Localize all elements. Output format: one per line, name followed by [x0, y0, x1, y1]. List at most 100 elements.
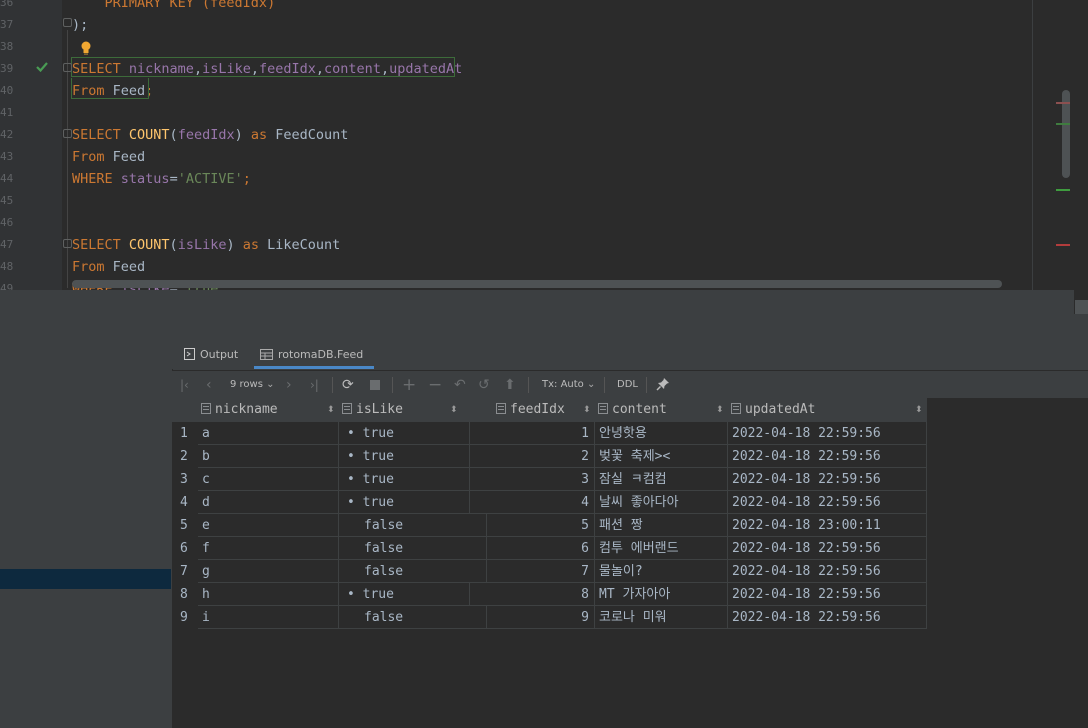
cell-updatedAt[interactable]: 2022-04-18 22:59:56: [728, 468, 927, 491]
code-line[interactable]: From Feed: [72, 256, 145, 278]
cell-feedIdx[interactable]: 4: [462, 491, 595, 514]
sort-icon[interactable]: ⬍: [583, 398, 591, 422]
right-margin-guide: [1032, 0, 1033, 290]
tab-rotomadb-feed[interactable]: rotomaDB.Feed ×: [254, 341, 374, 392]
table-row[interactable]: 3 c • true 3 잠실 ㅋ컴컴 2022-04-18 22:59:56: [172, 468, 927, 491]
column-header-nickname[interactable]: nickname: [201, 398, 278, 422]
cell-feedIdx[interactable]: 5: [462, 514, 595, 537]
error-stripe-mark[interactable]: [1056, 244, 1070, 246]
cell-updatedAt[interactable]: 2022-04-18 22:59:56: [728, 583, 927, 606]
next-page-icon[interactable]: ›: [286, 371, 292, 399]
editor-horizontal-scrollbar[interactable]: [72, 280, 1002, 288]
cell-feedIdx[interactable]: 3: [462, 468, 595, 491]
sort-icon[interactable]: ⬍: [327, 398, 335, 422]
cell-content[interactable]: 물놀이?: [595, 560, 728, 583]
cell-content[interactable]: 날씨 좋아다아: [595, 491, 728, 514]
sort-icon[interactable]: ⬍: [716, 398, 724, 422]
cell-nickname[interactable]: i: [198, 606, 339, 629]
column-header-feedIdx[interactable]: feedIdx: [496, 398, 565, 422]
change-stripe-mark[interactable]: [1056, 123, 1070, 125]
cell-updatedAt[interactable]: 2022-04-18 22:59:56: [728, 606, 927, 629]
change-stripe-mark[interactable]: [1056, 189, 1070, 191]
table-row[interactable]: 7 g false 7 물놀이? 2022-04-18 22:59:56: [172, 560, 927, 583]
fold-marker-icon[interactable]: [63, 18, 72, 27]
code-line[interactable]: WHERE status='ACTIVE';: [72, 168, 251, 190]
table-row[interactable]: 2 b • true 2 벚꽃 축제>< 2022-04-18 22:59:56: [172, 445, 927, 468]
cell-isLike[interactable]: • true: [339, 468, 470, 491]
code-line[interactable]: );: [72, 14, 88, 36]
sort-icon[interactable]: ⬍: [915, 398, 923, 422]
column-header-updatedAt[interactable]: updatedAt: [731, 398, 815, 422]
cell-isLike[interactable]: • true: [339, 491, 470, 514]
fold-marker-icon[interactable]: [63, 129, 72, 138]
remove-icon[interactable]: −: [428, 371, 442, 399]
cell-content[interactable]: 코로나 미워: [595, 606, 728, 629]
revert-icon[interactable]: ↺: [478, 371, 490, 399]
code-line[interactable]: PRIMARY KEY (feedIdx): [72, 0, 276, 14]
sql-editor[interactable]: 36 37 38 39 40 41 42 43 44 45 46 47 48 49 PRIMARY KEY…: [0, 0, 1088, 290]
last-page-icon[interactable]: ›|: [310, 371, 319, 399]
table-row[interactable]: 6 f false 6 컴투 에버랜드 2022-04-18 22:59:56: [172, 537, 927, 560]
cell-updatedAt[interactable]: 2022-04-18 22:59:56: [728, 422, 927, 445]
cell-nickname[interactable]: d: [198, 491, 339, 514]
selection-highlight-2: [71, 78, 149, 99]
cell-isLike[interactable]: • true: [339, 583, 470, 606]
rows-selector[interactable]: 9 rows ⌄: [230, 371, 275, 399]
cell-isLike[interactable]: • true: [339, 445, 470, 468]
refresh-icon[interactable]: ⟳: [342, 371, 354, 399]
cell-content[interactable]: 벚꽃 축제><: [595, 445, 728, 468]
cell-nickname[interactable]: h: [198, 583, 339, 606]
cell-updatedAt[interactable]: 2022-04-18 23:00:11: [728, 514, 927, 537]
error-stripe-mark[interactable]: [1056, 102, 1070, 104]
column-header-isLike[interactable]: isLike: [342, 398, 403, 422]
cell-updatedAt[interactable]: 2022-04-18 22:59:56: [728, 560, 927, 583]
undo-icon[interactable]: ↶: [454, 371, 466, 399]
column-header-content[interactable]: content: [598, 398, 667, 422]
cell-nickname[interactable]: b: [198, 445, 339, 468]
table-row[interactable]: 5 e false 5 패션 짱 2022-04-18 23:00:11: [172, 514, 927, 537]
table-row[interactable]: 4 d • true 4 날씨 좋아다아 2022-04-18 22:59:56: [172, 491, 927, 514]
result-grid[interactable]: nickname ⬍ isLike ⬍ feedIdx ⬍ content ⬍ updatedA…: [172, 398, 1088, 728]
ddl-button[interactable]: DDL: [617, 371, 638, 399]
cell-feedIdx[interactable]: 6: [462, 537, 595, 560]
first-page-icon[interactable]: |‹: [180, 371, 189, 399]
cell-nickname[interactable]: c: [198, 468, 339, 491]
cell-feedIdx[interactable]: 2: [462, 445, 595, 468]
cell-nickname[interactable]: f: [198, 537, 339, 560]
cell-feedIdx[interactable]: 8: [462, 583, 595, 606]
tab-output[interactable]: Output: [184, 341, 254, 369]
submit-icon[interactable]: ⬆: [504, 371, 516, 399]
transaction-mode-selector[interactable]: Tx: Auto ⌄: [542, 371, 595, 399]
previous-page-icon[interactable]: ‹: [206, 371, 212, 399]
fold-marker-icon[interactable]: [63, 63, 72, 72]
cell-feedIdx[interactable]: 1: [462, 422, 595, 445]
right-strip-handle[interactable]: [1075, 300, 1088, 314]
code-line[interactable]: SELECT COUNT(feedIdx) as FeedCount: [72, 124, 348, 146]
cell-nickname[interactable]: a: [198, 422, 339, 445]
stop-icon[interactable]: [370, 371, 380, 399]
cell-updatedAt[interactable]: 2022-04-18 22:59:56: [728, 537, 927, 560]
sort-icon[interactable]: ⬍: [450, 398, 458, 422]
cell-updatedAt[interactable]: 2022-04-18 22:59:56: [728, 445, 927, 468]
add-icon[interactable]: +: [402, 371, 416, 399]
cell-content[interactable]: 패션 짱: [595, 514, 728, 537]
table-row[interactable]: 9 i false 9 코로나 미워 2022-04-18 22:59:56: [172, 606, 927, 629]
cell-content[interactable]: MT 가자아아: [595, 583, 728, 606]
pin-icon[interactable]: [656, 371, 670, 399]
cell-content[interactable]: 잠실 ㅋ컴컴: [595, 468, 728, 491]
table-row[interactable]: 8 h • true 8 MT 가자아아 2022-04-18 22:59:56: [172, 583, 927, 606]
cell-nickname[interactable]: g: [198, 560, 339, 583]
cell-feedIdx[interactable]: 9: [462, 606, 595, 629]
services-tree[interactable]: [0, 341, 173, 728]
code-line[interactable]: SELECT COUNT(isLike) as LikeCount: [72, 234, 340, 256]
cell-content[interactable]: 컴투 에버랜드: [595, 537, 728, 560]
cell-updatedAt[interactable]: 2022-04-18 22:59:56: [728, 491, 927, 514]
cell-content[interactable]: 안녕핫용: [595, 422, 728, 445]
cell-nickname[interactable]: e: [198, 514, 339, 537]
cell-feedIdx[interactable]: 7: [462, 560, 595, 583]
fold-marker-icon[interactable]: [63, 239, 72, 248]
table-row[interactable]: 1 a • true 1 안녕핫용 2022-04-18 22:59:56: [172, 422, 927, 445]
code-line[interactable]: From Feed: [72, 146, 145, 168]
services-tree-selected-row[interactable]: [0, 569, 171, 589]
cell-isLike[interactable]: • true: [339, 422, 470, 445]
